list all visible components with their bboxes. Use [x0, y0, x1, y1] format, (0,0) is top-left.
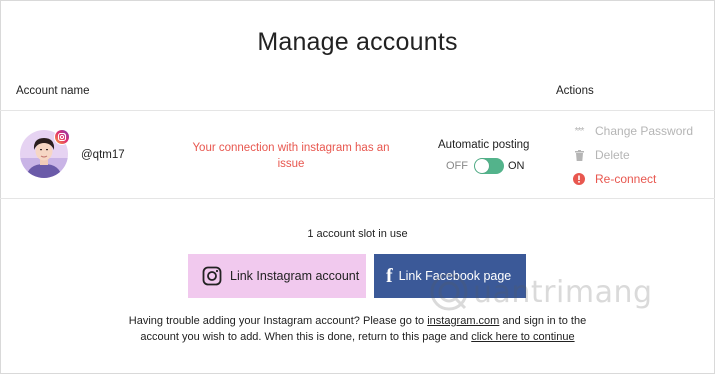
connection-warning-line: issue — [277, 158, 305, 170]
change-password-link[interactable]: *** Change Password — [572, 124, 693, 138]
link-facebook-label: Link Facebook page — [398, 269, 512, 283]
link-instagram-label: Link Instagram account — [230, 269, 360, 283]
help-text-part: Having trouble adding your Instagram acc… — [128, 315, 425, 327]
instagram-link[interactable]: instagram.com — [427, 315, 499, 327]
toggle-knob — [475, 159, 489, 173]
toggle-off-label: OFF — [446, 160, 468, 172]
trash-icon — [572, 149, 586, 161]
reconnect-link[interactable]: Re-connect — [572, 172, 656, 186]
divider — [0, 198, 715, 199]
link-instagram-button[interactable]: Link Instagram account — [188, 254, 366, 298]
instagram-icon — [202, 266, 222, 286]
alert-circle-icon — [572, 173, 586, 185]
reconnect-label: Re-connect — [595, 172, 657, 186]
help-text: Having trouble adding your Instagram acc… — [110, 313, 605, 345]
asterisks-icon: *** — [574, 125, 585, 137]
link-facebook-button[interactable]: f Link Facebook page — [374, 254, 526, 298]
change-password-label: Change Password — [595, 124, 694, 138]
automatic-posting-label: Automatic posting — [438, 139, 530, 151]
connection-warning-line: Your connection with instagram has an — [192, 142, 390, 154]
instagram-badge-icon — [54, 129, 70, 145]
automatic-posting-toggle[interactable] — [474, 158, 504, 174]
continue-link[interactable]: click here to continue — [471, 331, 574, 343]
delete-link[interactable]: Delete — [572, 148, 630, 162]
toggle-on-label: ON — [508, 160, 525, 172]
divider — [0, 110, 715, 111]
connection-warning: Your connection with instagram has an is… — [186, 140, 396, 172]
page-title: Manage accounts — [257, 28, 458, 56]
account-slots-status: 1 account slot in use — [307, 228, 408, 240]
account-username: @qtm17 — [81, 149, 125, 161]
column-header-actions: Actions — [556, 85, 594, 97]
facebook-icon: f — [386, 264, 393, 287]
column-header-account-name: Account name — [16, 85, 90, 97]
delete-label: Delete — [595, 148, 630, 162]
